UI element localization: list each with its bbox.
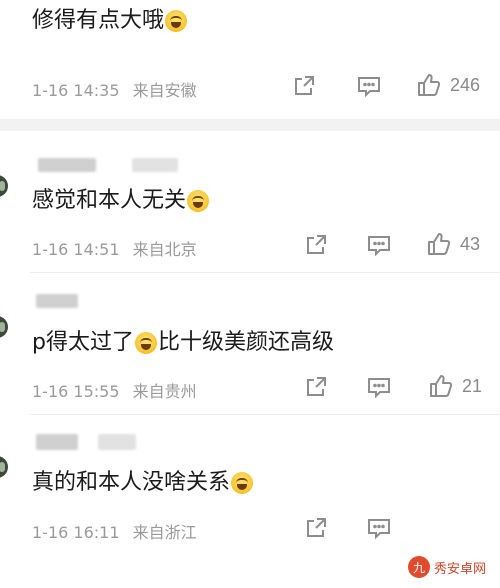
comment-meta: 1-16 14:51 来自北京	[32, 236, 205, 260]
comment-item: p得太过了 比十级美颜还高级 1-16 15:55 来自贵州 21	[0, 274, 500, 404]
laughing-emoji-icon	[187, 190, 210, 212]
like-button[interactable]: 246	[416, 72, 480, 98]
thumbs-up-icon	[430, 375, 453, 397]
comment-text-body: 修得有点大哦	[32, 8, 165, 33]
comment-meta: 1-16 14:35 来自安徽	[32, 77, 205, 101]
comment-button[interactable]	[366, 375, 392, 399]
laughing-emoji-icon	[134, 332, 157, 354]
comment-time: 1-16 15:55	[32, 382, 120, 401]
section-separator	[0, 119, 500, 131]
avatar	[0, 316, 8, 338]
share-icon	[307, 377, 326, 396]
share-icon	[307, 518, 326, 537]
username-blurred	[36, 434, 78, 450]
comment-time: 1-16 14:35	[32, 81, 120, 100]
avatar	[0, 456, 8, 478]
comment-text-body: 真的和本人没啥关系	[32, 470, 231, 495]
like-count: 43	[460, 233, 481, 254]
username-blurred	[132, 158, 178, 172]
share-button[interactable]	[304, 375, 328, 399]
avatar	[0, 175, 8, 197]
thumbs-up-icon	[428, 233, 451, 255]
comment-icon	[368, 378, 390, 399]
comment-text-body: 感觉和本人无关	[32, 188, 187, 213]
comment-location: 来自安徽	[132, 81, 197, 100]
comment-location: 来自北京	[132, 240, 197, 259]
comment-meta: 1-16 15:55 来自贵州	[32, 378, 205, 402]
site-watermark: 九 秀安卓网	[401, 554, 492, 580]
comment-location: 来自浙江	[132, 523, 197, 542]
thumbs-up-icon	[418, 74, 441, 96]
share-button[interactable]	[292, 74, 316, 98]
comment-text: 感觉和本人无关	[32, 186, 210, 216]
comment-text: 真的和本人没啥关系	[32, 468, 254, 498]
comment-icon	[368, 236, 390, 257]
like-count: 21	[462, 375, 483, 396]
comment-text-before: p得太过了	[32, 330, 134, 355]
watermark-text: 秀安卓网	[433, 561, 486, 577]
divider	[30, 272, 500, 273]
like-button[interactable]: 21	[428, 373, 482, 399]
watermark-logo: 九	[407, 556, 430, 578]
share-button[interactable]	[304, 516, 328, 540]
share-button[interactable]	[304, 233, 328, 257]
username-blurred	[38, 158, 96, 172]
comment-location: 来自贵州	[132, 382, 197, 401]
share-icon	[307, 235, 326, 254]
comment-text-after: 比十级美颜还高级	[157, 330, 334, 355]
comment-text: 修得有点大哦	[32, 6, 188, 36]
like-count: 246	[450, 74, 481, 95]
comment-item: 感觉和本人无关 1-16 14:51 来自北京 43	[0, 131, 500, 266]
comment-meta: 1-16 16:11 来自浙江	[32, 519, 205, 543]
like-button[interactable]: 43	[426, 231, 480, 257]
laughing-emoji-icon	[231, 472, 254, 494]
comment-time: 1-16 14:51	[32, 240, 120, 259]
comment-button[interactable]	[356, 74, 382, 98]
comment-item: 修得有点大哦 1-16 14:35 来自安徽 246	[0, 0, 500, 112]
username-blurred	[98, 434, 136, 450]
share-icon	[295, 76, 314, 95]
divider	[30, 414, 500, 415]
comment-icon	[358, 77, 380, 98]
comment-button[interactable]	[366, 516, 392, 540]
comment-time: 1-16 16:11	[32, 523, 120, 542]
laughing-emoji-icon	[165, 10, 188, 32]
comment-text: p得太过了 比十级美颜还高级	[32, 328, 334, 358]
comment-icon	[368, 519, 390, 540]
username-blurred	[36, 294, 78, 308]
comment-button[interactable]	[366, 233, 392, 257]
